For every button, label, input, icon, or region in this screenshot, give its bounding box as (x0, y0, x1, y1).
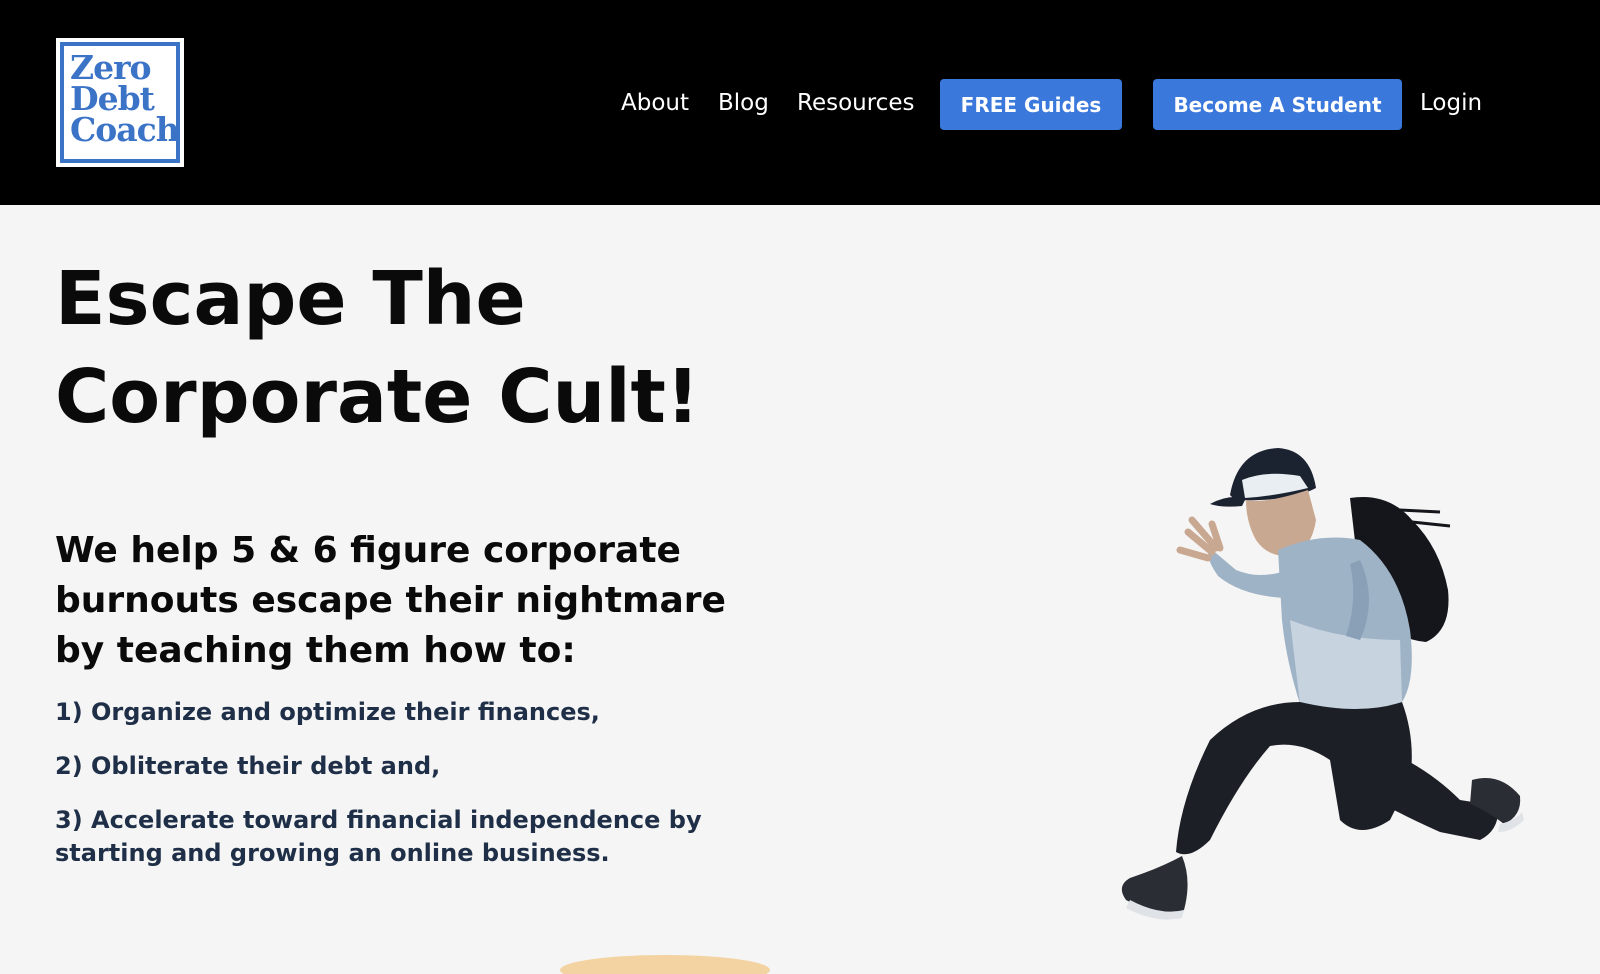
hero-subheading: We help 5 & 6 figure corporate burnouts … (55, 530, 726, 671)
jumping-man-image (1121, 448, 1524, 920)
nav-login-link[interactable]: Login (1420, 86, 1482, 120)
decorative-blob (560, 955, 770, 974)
site-header: Zero Debt Coach About Blog Resources FRE… (0, 0, 1600, 205)
logo-frame: Zero Debt Coach (60, 42, 180, 163)
benefit-point-3: 3) Accelerate toward financial independe… (55, 806, 702, 867)
benefit-point-2: 2) Obliterate their debt and, (55, 752, 441, 780)
become-student-button[interactable]: Become A Student (1153, 79, 1402, 130)
free-guides-button[interactable]: FREE Guides (940, 79, 1122, 130)
hero-title-line-1: Escape The (55, 256, 526, 342)
nav-blog-link[interactable]: Blog (718, 86, 769, 120)
logo[interactable]: Zero Debt Coach (56, 38, 184, 167)
benefit-point-1: 1) Organize and optimize their finances, (55, 698, 600, 726)
nav-resources-link[interactable]: Resources (797, 86, 914, 120)
hero-title-line-2: Corporate Cult! (55, 354, 700, 440)
hero-title: Escape The Corporate Cult! (55, 250, 835, 446)
nav-about-link[interactable]: About (621, 86, 689, 120)
logo-word-coach: Coach (70, 110, 180, 149)
